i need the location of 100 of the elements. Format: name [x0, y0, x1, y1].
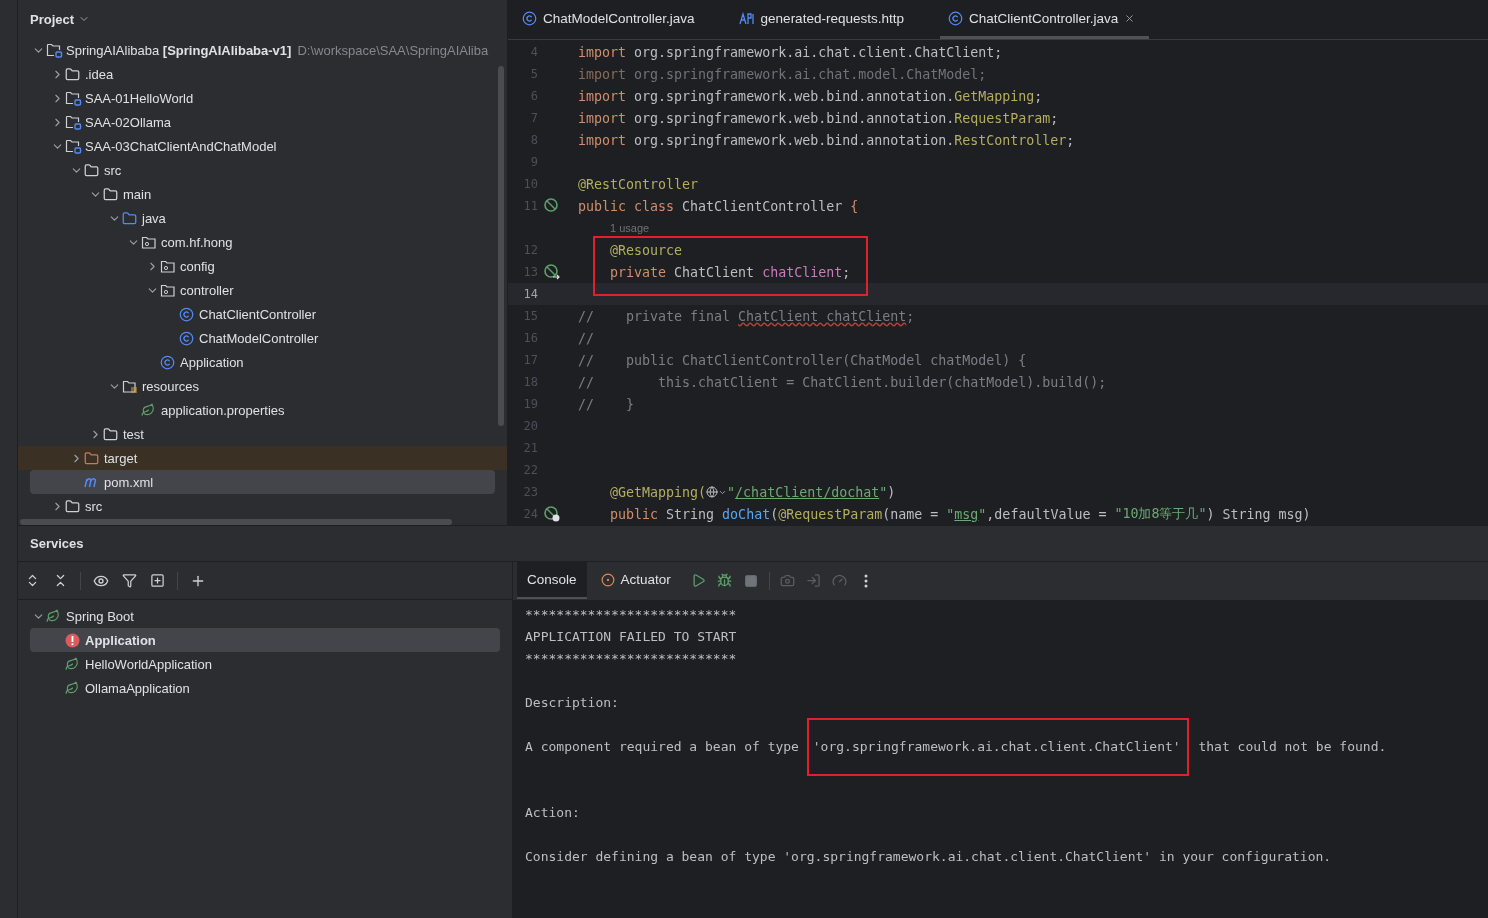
code-token: ;	[1066, 132, 1075, 148]
url-link[interactable]: msg	[954, 506, 979, 522]
code-token: import	[578, 132, 627, 148]
folder-icon	[65, 498, 80, 514]
resource-folder-icon	[122, 378, 138, 394]
editor-tab[interactable]: ChatClientController.java	[939, 0, 1150, 39]
line-number: 14	[522, 287, 538, 301]
code-token: ,defaultValue =	[986, 506, 1108, 522]
code-token: doChat	[722, 506, 771, 522]
tree-item[interactable]: test	[18, 422, 507, 446]
code-token: import	[578, 44, 627, 60]
scrollbar[interactable]	[498, 66, 504, 426]
code-token: )	[887, 484, 896, 500]
console-text: Action:	[525, 804, 580, 822]
tree-item[interactable]: Application	[18, 350, 507, 374]
code-token: public	[609, 506, 659, 522]
code-token: chatClient	[762, 264, 843, 280]
tree-item[interactable]: HelloWorldApplication	[18, 652, 512, 676]
code-token: "	[727, 484, 736, 500]
console-text: 'org.springframework.ai.chat.client.ChatClient'	[806, 718, 1189, 776]
class-icon	[522, 10, 537, 26]
tree-item[interactable]: .idea	[18, 62, 507, 86]
usage-hint[interactable]: 1 usage	[578, 222, 1488, 234]
console-tab[interactable]: Console	[517, 562, 587, 599]
code-token: ;	[906, 308, 915, 324]
class-icon	[947, 10, 963, 26]
code-token: GetMapping	[954, 88, 1035, 104]
scrollbar[interactable]	[20, 519, 452, 525]
tree-item[interactable]: Application	[30, 628, 500, 652]
endpoint-gutter-icon[interactable]	[544, 506, 560, 522]
code-token: {	[850, 198, 859, 214]
code-token: (	[770, 506, 779, 522]
filter-button[interactable]	[121, 573, 137, 588]
tree-item[interactable]: main	[18, 182, 507, 206]
tree-item[interactable]: SAA-02Ollama	[18, 110, 507, 134]
code-token: ChatClientController	[681, 198, 844, 214]
stop-button[interactable]	[742, 573, 759, 588]
console-text: that could not be found.	[1197, 738, 1387, 756]
tree-item[interactable]: ChatModelController	[18, 326, 507, 350]
more-button[interactable]	[863, 573, 868, 588]
new-group-button[interactable]	[149, 573, 165, 588]
spring-leaf-icon	[46, 609, 60, 623]
api-icon	[738, 11, 755, 25]
code-token: String	[665, 506, 716, 522]
code-token: // }	[578, 396, 635, 412]
console-tab[interactable]: Actuator	[590, 562, 681, 599]
tree-item[interactable]: resources	[18, 374, 507, 398]
tree-item[interactable]: com.hf.hong	[18, 230, 507, 254]
tree-item[interactable]: SpringAIAlibaba [SpringAIAlibaba-v1] D:\workspace\SAA\SpringAIAliba	[18, 38, 507, 62]
debug-button[interactable]	[716, 573, 733, 588]
tree-item[interactable]: controller	[18, 278, 507, 302]
tree-item[interactable]: config	[18, 254, 507, 278]
code-token: ChatClient	[673, 264, 756, 280]
code-token: "10加8等于几"	[1114, 505, 1207, 523]
tree-item[interactable]: SAA-01HelloWorld	[18, 86, 507, 110]
url-link[interactable]: /chatClient/dochat	[735, 484, 880, 500]
panel-title[interactable]: Project	[30, 11, 75, 27]
tree-item[interactable]: java	[18, 206, 507, 230]
code-token: (name =	[882, 506, 940, 522]
console-text: ***************************	[525, 650, 737, 668]
bean-gutter-icon[interactable]	[544, 198, 560, 214]
code-token: org.springframework.web.bind.annotation.	[633, 88, 955, 104]
tree-item[interactable]: src	[18, 494, 507, 518]
tree-item[interactable]: OllamaApplication	[18, 676, 512, 700]
bean-gutter-icon[interactable]	[544, 264, 560, 280]
tree-item[interactable]: application.properties	[18, 398, 507, 422]
folder-icon	[103, 426, 118, 442]
code-token: RequestParam	[954, 110, 1051, 126]
spring-leaf-icon	[65, 681, 79, 695]
project-path: D:\workspace\SAA\SpringAIAliba	[297, 42, 489, 58]
tree-item[interactable]: ChatClientController	[18, 302, 507, 326]
tree-item[interactable]: Spring Boot	[18, 604, 512, 628]
console-text: Consider defining a bean of type 'org.springframework.ai.chat.client.ChatClient' in your configuration.	[525, 848, 1332, 866]
code-token: RestController	[954, 132, 1067, 148]
code-token: import	[578, 66, 627, 82]
console-text: A component required a bean of type	[525, 738, 800, 756]
spring-class-icon	[160, 354, 175, 370]
tree-item[interactable]: pom.xml	[30, 470, 495, 494]
editor-tab[interactable]: ChatModelController.java	[514, 0, 709, 39]
tree-item[interactable]: target	[18, 446, 507, 470]
editor-tab[interactable]: generated-requests.http	[730, 0, 918, 39]
code-token: //	[578, 330, 594, 346]
run-button[interactable]	[690, 573, 707, 588]
package-folder-icon	[160, 258, 176, 274]
code-token: // public ChatClientController(ChatModel chatModel) {	[578, 352, 1027, 368]
folder-icon	[122, 210, 137, 226]
module-folder-icon	[46, 42, 63, 58]
close-icon[interactable]	[1124, 12, 1136, 24]
code-token: import	[578, 110, 627, 126]
package-folder-icon	[160, 282, 176, 298]
panel-title: Services	[30, 536, 84, 551]
folder-icon	[103, 186, 118, 202]
spring-leaf-icon	[141, 403, 155, 417]
class-icon	[179, 306, 194, 322]
package-folder-icon	[141, 234, 157, 250]
globe-icon[interactable]	[706, 486, 728, 498]
tree-item[interactable]: SAA-03ChatClientAndChatModel	[18, 134, 507, 158]
tree-item[interactable]: src	[18, 158, 507, 182]
console-text: Description:	[525, 694, 619, 712]
code-token: ;	[1050, 110, 1059, 126]
